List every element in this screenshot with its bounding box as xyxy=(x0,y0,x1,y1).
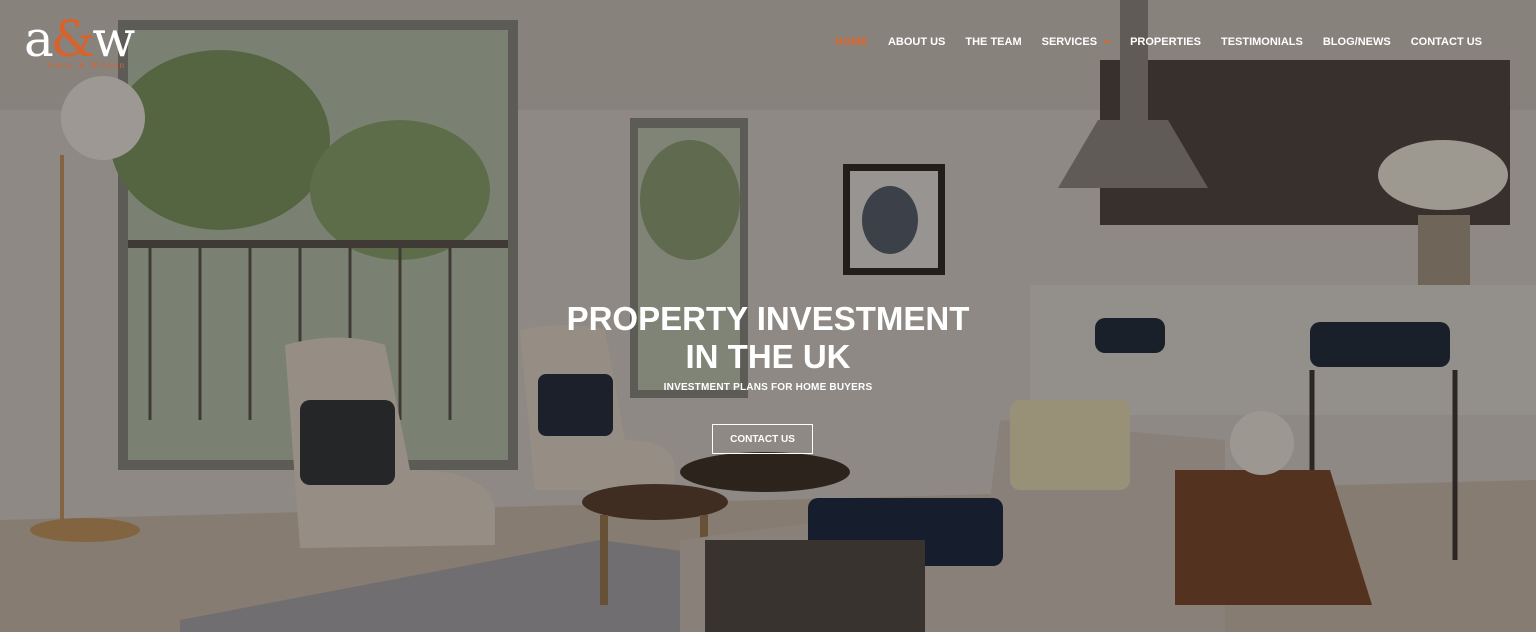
nav-item-about-us[interactable]: ABOUT US xyxy=(888,36,945,48)
hero-subtitle: INVESTMENT PLANS FOR HOME BUYERS xyxy=(663,382,873,393)
logo-subtitle: Amin & Wilson xyxy=(48,61,127,70)
logo-mark: a&w xyxy=(24,10,135,68)
contact-us-button[interactable]: CONTACT US xyxy=(712,424,813,454)
nav-item-properties[interactable]: PROPERTIES xyxy=(1130,36,1201,48)
nav-item-services[interactable]: SERVICES xyxy=(1042,36,1111,48)
chevron-down-icon xyxy=(1104,40,1111,44)
hero-title-line1: PROPERTY INVESTMENT xyxy=(566,300,970,337)
main-nav: HOME ABOUT US THE TEAM SERVICES PROPERTI… xyxy=(815,36,1482,48)
nav-item-testimonials[interactable]: TESTIMONIALS xyxy=(1221,36,1303,48)
hero-title-line2: IN THE UK xyxy=(685,338,851,375)
hero-title: PROPERTY INVESTMENT IN THE UK xyxy=(0,300,1536,376)
nav-item-the-team[interactable]: THE TEAM xyxy=(965,36,1021,48)
nav-item-home[interactable]: HOME xyxy=(835,36,868,48)
site-logo[interactable]: a&w Amin & Wilson xyxy=(24,14,154,74)
nav-item-contact-us[interactable]: CONTACT US xyxy=(1411,36,1482,48)
nav-item-blog-news[interactable]: BLOG/NEWS xyxy=(1323,36,1391,48)
